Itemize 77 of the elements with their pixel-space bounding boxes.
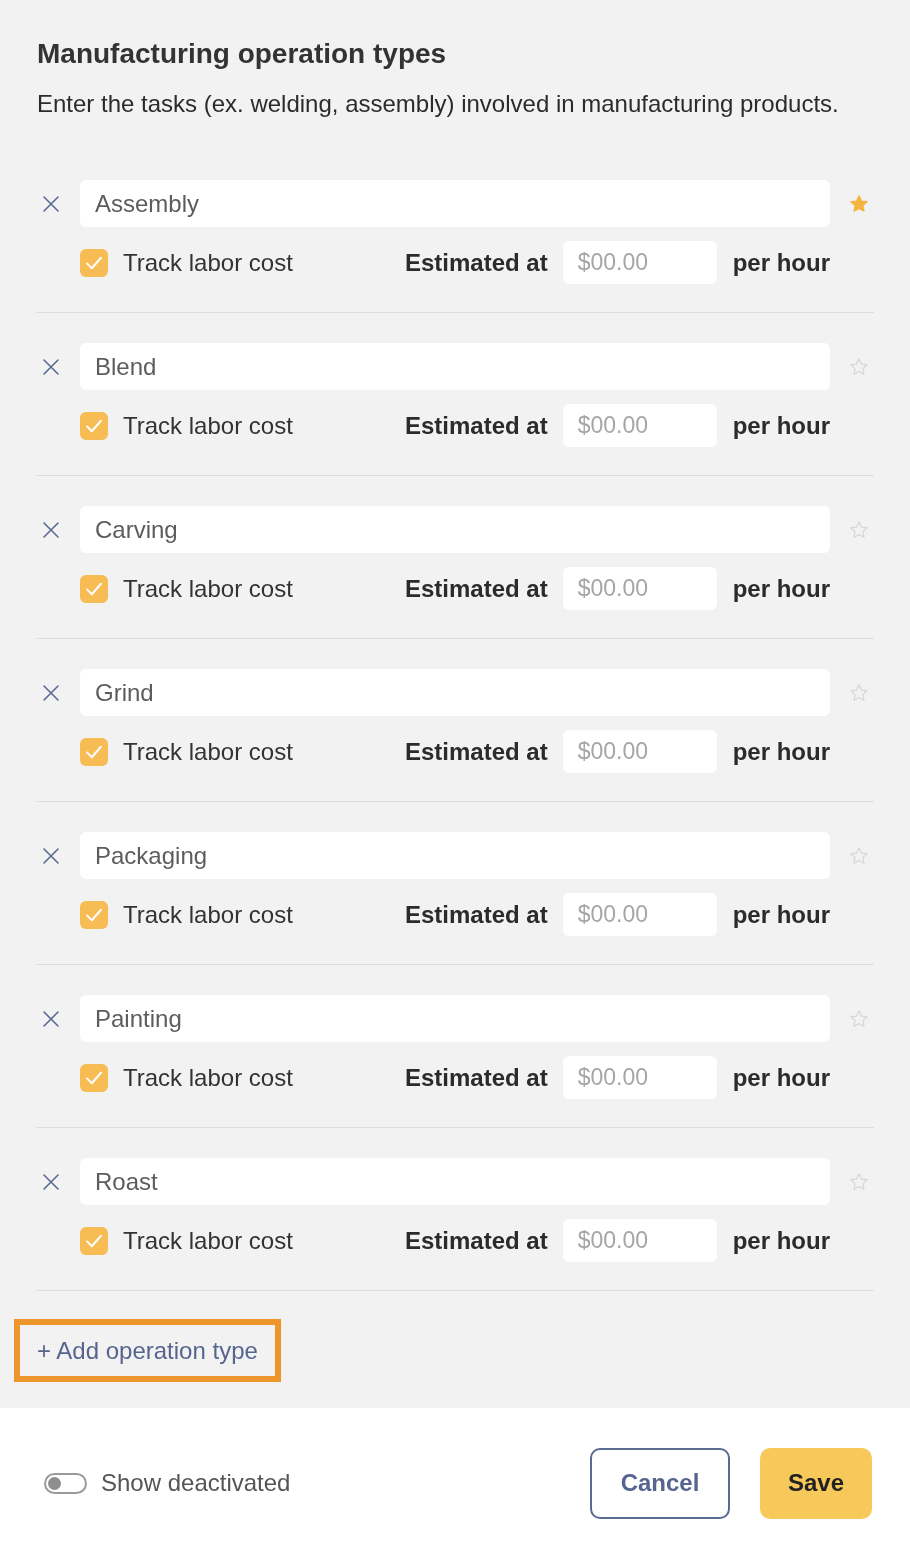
toggle-switch[interactable] — [44, 1472, 87, 1494]
unit-label: per hour — [732, 410, 830, 441]
remove-button[interactable] — [43, 358, 59, 375]
checkbox[interactable] — [80, 737, 108, 766]
check-icon — [85, 907, 103, 922]
rate-field[interactable]: $00.00 — [562, 730, 717, 773]
remove-button[interactable] — [43, 684, 59, 701]
close-icon — [43, 1173, 59, 1190]
estimate-label: Estimated at — [404, 1225, 548, 1256]
rate-field[interactable]: $00.00 — [562, 567, 717, 610]
close-icon — [43, 358, 59, 375]
operation-name-field[interactable]: Blend — [80, 343, 830, 390]
star-icon[interactable] — [850, 358, 868, 375]
operation-name-field[interactable]: Painting — [80, 995, 830, 1042]
checkbox-label: Track labor cost — [123, 1225, 293, 1256]
estimate-label: Estimated at — [404, 573, 548, 604]
check-icon — [85, 418, 103, 433]
close-icon — [43, 1010, 59, 1027]
estimate-label: Estimated at — [404, 410, 548, 441]
checkbox[interactable] — [80, 411, 108, 440]
close-icon — [43, 684, 59, 701]
star-icon[interactable] — [850, 1010, 868, 1027]
add-operation-button[interactable]: + Add operation type — [14, 1319, 281, 1382]
star-icon[interactable] — [850, 521, 868, 538]
checkbox-label: Track labor cost — [123, 247, 293, 278]
remove-button[interactable] — [43, 1010, 59, 1027]
star-icon[interactable] — [850, 847, 868, 864]
operation-name-field[interactable]: Carving — [80, 506, 830, 553]
estimate-label: Estimated at — [404, 247, 548, 278]
unit-label: per hour — [732, 1062, 830, 1093]
cancel-button[interactable]: Cancel — [590, 1447, 730, 1519]
unit-label: per hour — [732, 573, 830, 604]
star-icon[interactable] — [850, 1173, 868, 1190]
checkbox-label: Track labor cost — [123, 1062, 293, 1093]
operation-name-field[interactable]: Roast — [80, 1158, 830, 1205]
unit-label: per hour — [732, 1225, 830, 1256]
toggle-label: Show deactivated — [101, 1468, 291, 1498]
check-icon — [85, 255, 103, 270]
check-icon — [85, 1070, 103, 1085]
checkbox[interactable] — [80, 1063, 108, 1092]
remove-button[interactable] — [43, 1173, 59, 1190]
checkbox[interactable] — [80, 900, 108, 929]
remove-button[interactable] — [43, 521, 59, 538]
remove-button[interactable] — [43, 847, 59, 864]
checkbox-label: Track labor cost — [123, 736, 293, 767]
rate-field[interactable]: $00.00 — [562, 404, 717, 447]
unit-label: per hour — [732, 247, 830, 278]
estimate-label: Estimated at — [404, 736, 548, 767]
checkbox[interactable] — [80, 248, 108, 277]
unit-label: per hour — [732, 736, 830, 767]
rate-field[interactable]: $00.00 — [562, 1056, 717, 1099]
star-icon[interactable] — [850, 684, 868, 701]
page-title: Manufacturing operation types — [36, 38, 448, 70]
checkbox-label: Track labor cost — [123, 410, 293, 441]
star-icon[interactable] — [850, 195, 868, 212]
check-icon — [85, 1233, 103, 1248]
checkbox[interactable] — [80, 574, 108, 603]
page-description: Enter the tasks (ex. welding, assembly) involved in manufacturing products. — [36, 89, 840, 119]
check-icon — [85, 581, 103, 596]
operation-name-field[interactable]: Assembly — [80, 180, 830, 227]
remove-button[interactable] — [43, 195, 59, 212]
close-icon — [43, 195, 59, 212]
rate-field[interactable]: $00.00 — [562, 1219, 717, 1262]
estimate-label: Estimated at — [404, 1062, 548, 1093]
rate-field[interactable]: $00.00 — [562, 893, 717, 936]
check-icon — [85, 744, 103, 759]
rate-field[interactable]: $00.00 — [562, 241, 717, 284]
estimate-label: Estimated at — [404, 899, 548, 930]
operation-name-field[interactable]: Packaging — [80, 832, 830, 879]
save-button[interactable]: Save — [760, 1447, 872, 1519]
operation-name-field[interactable]: Grind — [80, 669, 830, 716]
unit-label: per hour — [732, 899, 830, 930]
close-icon — [43, 521, 59, 538]
checkbox-label: Track labor cost — [123, 899, 293, 930]
checkbox-label: Track labor cost — [123, 573, 293, 604]
checkbox[interactable] — [80, 1226, 108, 1255]
close-icon — [43, 847, 59, 864]
